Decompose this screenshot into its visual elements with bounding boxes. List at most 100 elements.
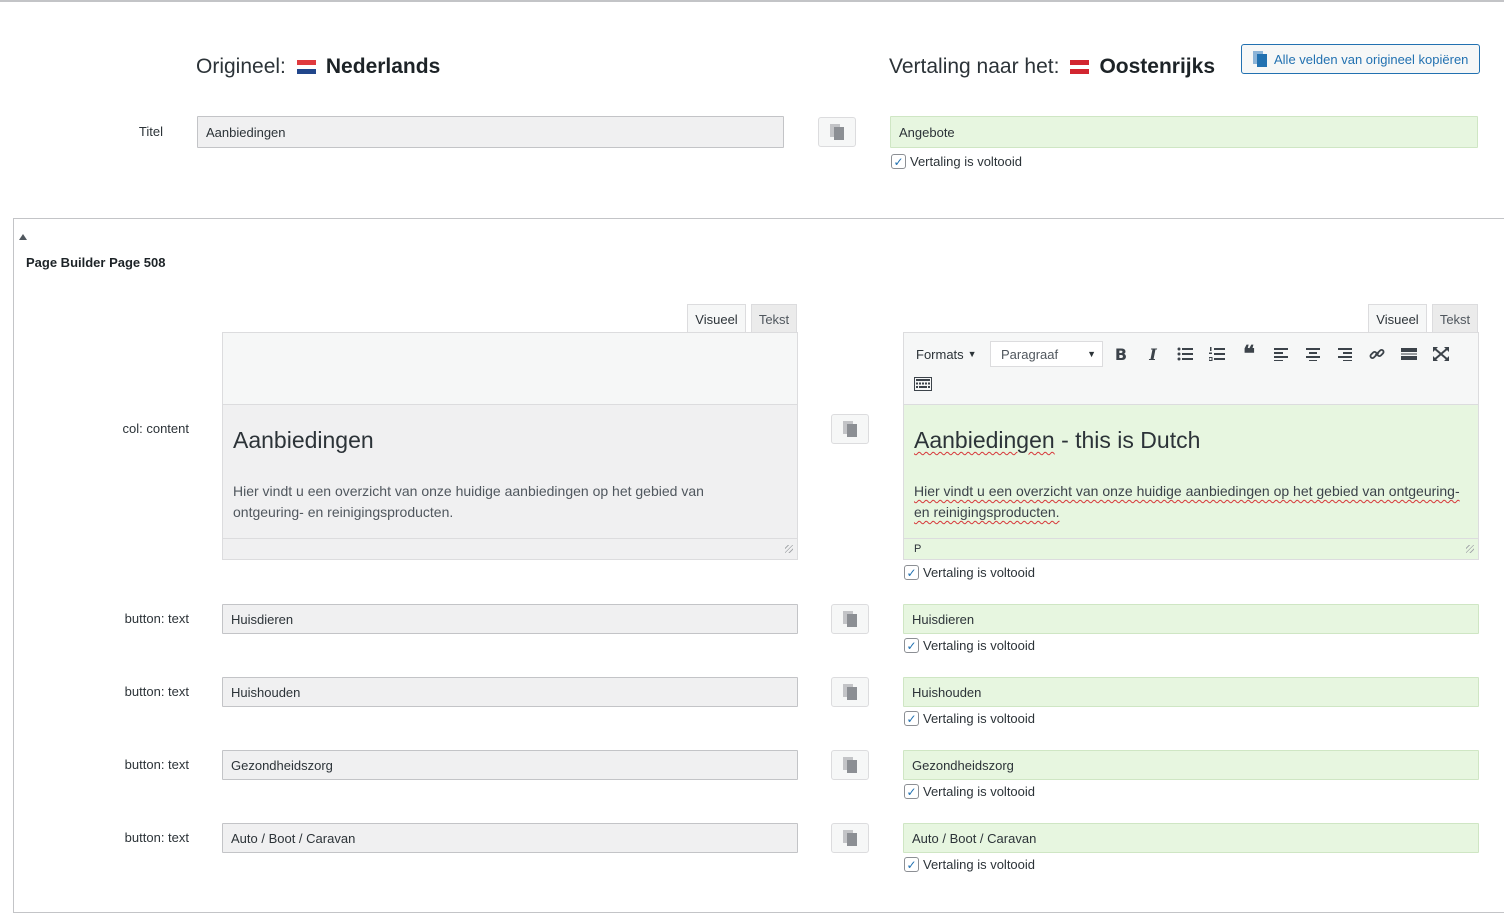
resize-handle-icon[interactable] <box>1466 545 1474 553</box>
original-editor-toolbar <box>223 333 797 405</box>
original-content-paragraph: Hier vindt u een overzicht van onze huid… <box>233 481 787 523</box>
translation-heading-rest: - this is Dutch <box>1054 427 1201 453</box>
button-translation-input[interactable]: Auto / Boot / Caravan <box>903 823 1479 853</box>
button-original-field: Huishouden <box>222 677 798 707</box>
button-original-field: Huisdieren <box>222 604 798 634</box>
copy-button-text-button[interactable] <box>831 604 869 634</box>
copy-icon <box>843 684 857 700</box>
copy-content-button[interactable] <box>831 414 869 444</box>
button-original-field: Auto / Boot / Caravan <box>222 823 798 853</box>
tab-visual-original[interactable]: Visueel <box>687 304 746 333</box>
button-complete-label: Vertaling is voltooid <box>923 638 1036 653</box>
button-complete-label: Vertaling is voltooid <box>923 857 1036 872</box>
copy-all-fields-label: Alle velden van origineel kopiëren <box>1274 51 1469 67</box>
translation-content-area[interactable]: Aanbiedingen - this is Dutch Hier vindt … <box>904 405 1478 539</box>
chevron-down-icon: ▼ <box>967 349 977 359</box>
tab-text-translation[interactable]: Tekst <box>1432 304 1478 333</box>
original-content-area: Aanbiedingen Hier vindt u een overzicht … <box>223 405 797 539</box>
checkbox-checked-icon[interactable]: ✓ <box>904 711 919 726</box>
button-field-label: button: text <box>124 611 189 626</box>
collapse-arrow-icon[interactable] <box>19 234 27 240</box>
button-field-label: button: text <box>124 830 189 845</box>
tab-text-original[interactable]: Tekst <box>751 304 797 333</box>
checkbox-checked-icon[interactable]: ✓ <box>904 857 919 872</box>
read-more-icon[interactable] <box>1393 339 1425 369</box>
fullscreen-icon[interactable] <box>1425 339 1457 369</box>
translation-editor-toolbar: Formats ▼ Paragraaf ▼ B I ❝ <box>904 333 1478 405</box>
translation-heading-misspelled: Aanbiedingen <box>914 427 1055 453</box>
bullet-list-icon[interactable] <box>1169 339 1201 369</box>
copy-title-button[interactable] <box>818 117 856 147</box>
original-label: Origineel: <box>196 55 286 78</box>
copy-icon <box>1253 51 1267 67</box>
translation-content-heading[interactable]: Aanbiedingen - this is Dutch <box>914 425 1468 455</box>
checkbox-checked-icon[interactable]: ✓ <box>904 565 919 580</box>
button-original-field: Gezondheidszorg <box>222 750 798 780</box>
copy-icon <box>843 830 857 846</box>
button-translation-input[interactable]: Gezondheidszorg <box>903 750 1479 780</box>
checkbox-checked-icon[interactable]: ✓ <box>904 784 919 799</box>
original-paragraph-line1: Hier vindt u een overzicht van onze huid… <box>233 483 704 499</box>
content-complete-label: Vertaling is voltooid <box>923 565 1036 580</box>
button-complete-checkbox[interactable]: ✓ Vertaling is voltooid <box>904 711 1035 726</box>
button-field-label: button: text <box>124 684 189 699</box>
original-content-heading: Aanbiedingen <box>233 427 374 453</box>
title-translation-input[interactable]: Angebote <box>890 116 1478 148</box>
blockquote-icon[interactable]: ❝ <box>1233 339 1265 369</box>
button-complete-label: Vertaling is voltooid <box>923 784 1036 799</box>
original-paragraph-line2: ontgeuring- en reinigingsproducten. <box>233 504 454 520</box>
copy-button-text-button[interactable] <box>831 823 869 853</box>
formats-dropdown[interactable]: Formats ▼ <box>908 347 988 362</box>
section-title: Page Builder Page 508 <box>26 255 166 270</box>
copy-icon <box>843 421 857 437</box>
copy-button-text-button[interactable] <box>831 677 869 707</box>
copy-button-text-button[interactable] <box>831 750 869 780</box>
toolbar-toggle-icon[interactable] <box>908 369 938 399</box>
netherlands-flag-icon <box>296 60 316 74</box>
button-translation-input[interactable]: Huisdieren <box>903 604 1479 634</box>
original-language-header: Origineel: Nederlands <box>196 52 440 82</box>
bold-icon[interactable]: B <box>1105 339 1137 369</box>
title-original-field: Aanbiedingen <box>197 116 784 148</box>
copy-icon <box>843 611 857 627</box>
resize-handle-icon[interactable] <box>785 545 793 553</box>
original-statusbar <box>223 539 797 559</box>
block-format-select[interactable]: Paragraaf ▼ <box>990 341 1103 367</box>
copy-icon <box>830 124 844 140</box>
copy-all-fields-button[interactable]: Alle velden van origineel kopiëren <box>1241 44 1480 74</box>
button-complete-checkbox[interactable]: ✓ Vertaling is voltooid <box>904 857 1035 872</box>
original-language-name: Nederlands <box>325 55 441 78</box>
title-field-label: Titel <box>138 124 163 139</box>
button-complete-label: Vertaling is voltooid <box>923 711 1036 726</box>
content-complete-checkbox[interactable]: ✓ Vertaling is voltooid <box>904 565 1035 580</box>
align-center-icon[interactable] <box>1297 339 1329 369</box>
button-translation-input[interactable]: Huishouden <box>903 677 1479 707</box>
button-complete-checkbox[interactable]: ✓ Vertaling is voltooid <box>904 638 1035 653</box>
align-right-icon[interactable] <box>1329 339 1361 369</box>
link-icon[interactable] <box>1361 339 1393 369</box>
translation-language-name: Oostenrijks <box>1099 55 1215 78</box>
element-path[interactable]: P <box>914 543 921 555</box>
translation-language-header: Vertaling naar het: Oostenrijks <box>889 52 1215 82</box>
align-left-icon[interactable] <box>1265 339 1297 369</box>
translation-statusbar: P <box>904 539 1478 559</box>
top-divider <box>0 0 1504 2</box>
content-field-label: col: content <box>122 421 190 436</box>
chevron-down-icon: ▼ <box>1087 349 1096 359</box>
formats-label: Formats <box>916 346 964 362</box>
translation-content-editor: Formats ▼ Paragraaf ▼ B I ❝ Aanbiedingen… <box>903 332 1479 560</box>
button-complete-checkbox[interactable]: ✓ Vertaling is voltooid <box>904 784 1035 799</box>
title-complete-label: Vertaling is voltooid <box>910 154 1023 169</box>
translation-label: Vertaling naar het: <box>889 55 1060 78</box>
numbered-list-icon[interactable] <box>1201 339 1233 369</box>
translation-content-paragraph[interactable]: Hier vindt u een overzicht van onze huid… <box>914 481 1468 523</box>
italic-icon[interactable]: I <box>1137 339 1169 369</box>
austria-flag-icon <box>1070 60 1090 74</box>
block-format-value: Paragraaf <box>1001 346 1059 362</box>
copy-icon <box>843 757 857 773</box>
tab-visual-translation[interactable]: Visueel <box>1368 304 1427 333</box>
button-field-label: button: text <box>124 757 189 772</box>
checkbox-checked-icon[interactable]: ✓ <box>891 154 906 169</box>
title-complete-checkbox[interactable]: ✓ Vertaling is voltooid <box>891 154 1022 169</box>
checkbox-checked-icon[interactable]: ✓ <box>904 638 919 653</box>
